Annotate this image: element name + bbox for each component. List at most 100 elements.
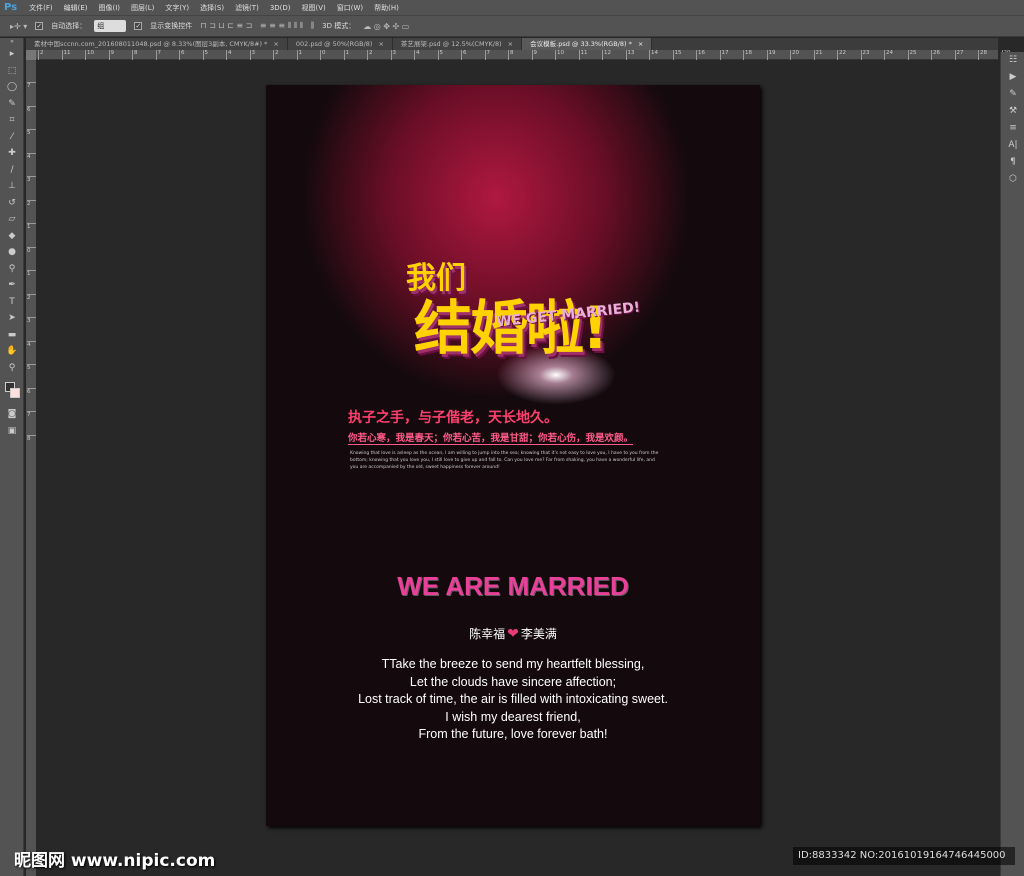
menu-window[interactable]: 窗口(W) xyxy=(337,3,363,13)
paragraph-panel-icon[interactable]: ¶ xyxy=(1001,154,1024,171)
screen-mode-icon[interactable]: ▣ xyxy=(0,423,24,440)
crop-tool-icon[interactable]: ⌗ xyxy=(0,112,24,129)
ruler-tick-label: 4 xyxy=(27,152,36,160)
shape-tool-icon[interactable]: ▬ xyxy=(0,327,24,344)
path-select-tool-icon[interactable]: ➤ xyxy=(0,310,24,327)
ruler-tick-label: 5 xyxy=(202,50,208,60)
auto-select-dropdown[interactable]: 组 xyxy=(94,20,127,32)
chinese-subslogan: 你若心寒，我是春天；你若心苦，我是甘甜；你若心伤，我是欢颜。 xyxy=(348,430,634,445)
tab-document-1[interactable]: 素材中国sccnn.com_201608011048.psd @ 8.33%(图… xyxy=(26,38,288,50)
ruler-tick-label: 5 xyxy=(437,50,443,60)
adjustments-icon[interactable]: ≡ xyxy=(1001,120,1024,137)
3d-panel-icon[interactable]: ⬡ xyxy=(1001,171,1024,188)
menu-type[interactable]: 文字(Y) xyxy=(165,3,189,13)
tab-label: 002.psd @ 50%(RGB/8) xyxy=(295,40,373,48)
ruler-tick-label: 11 xyxy=(578,50,588,60)
menu-layer[interactable]: 图层(L) xyxy=(131,3,154,13)
auto-select-checkbox[interactable]: ✓ xyxy=(35,22,44,30)
tool-presets-icon[interactable]: ⚒ xyxy=(1001,103,1024,120)
move-tool-icon[interactable]: ▸✛ ▾ xyxy=(10,22,27,31)
options-bar: ▸✛ ▾ ✓ 自动选择： 组 ✓ 显示变换控件 ⊓ ⊐ ⊔ ⊏ ≡ ⊐ ≡ ≡ … xyxy=(0,15,1024,37)
panel-dock: ☷ ▶ ✎ ⚒ ≡ A| ¶ ⬡ xyxy=(1000,52,1024,876)
ruler-tick-label: 9 xyxy=(531,50,537,60)
ruler-tick-label: 1 xyxy=(343,50,349,60)
ruler-tick-label: 6 xyxy=(27,387,36,395)
ruler-tick-label: 19 xyxy=(766,50,776,60)
quick-select-tool-icon[interactable]: ✎ xyxy=(0,96,24,113)
ruler-tick-label: 4 xyxy=(226,50,232,60)
menu-image[interactable]: 图像(I) xyxy=(99,3,121,13)
tab-document-4[interactable]: 会议模板.psd @ 33.3%(RGB/8) * × xyxy=(522,38,653,50)
ruler-tick-label: 9 xyxy=(108,50,114,60)
ruler-tick-label: 8 xyxy=(132,50,138,60)
tab-document-2[interactable]: 002.psd @ 50%(RGB/8) × xyxy=(287,38,393,50)
menu-3d[interactable]: 3D(D) xyxy=(270,4,291,12)
menu-edit[interactable]: 编辑(E) xyxy=(64,3,88,13)
move-tool-icon[interactable]: ▸ xyxy=(0,46,24,63)
paint-bucket-tool-icon[interactable]: ◆ xyxy=(0,228,24,245)
photoshop-logo: Ps xyxy=(4,2,18,13)
horizontal-ruler[interactable]: 2 11 10 9 8 7 6 5 4 3 2 1 0 1 2 3 4 5 6 7 8 9 10 11 12 13 14 15 16 17… xyxy=(36,50,1011,60)
menu-bar: Ps 文件(F) 编辑(E) 图像(I) 图层(L) 文字(Y) 选择(S) 滤… xyxy=(0,0,1024,15)
menu-file[interactable]: 文件(F) xyxy=(29,3,53,13)
ruler-tick-label: 3 xyxy=(27,317,36,324)
ruler-tick-label: 22 xyxy=(837,50,846,60)
zoom-tool-icon[interactable]: ⚲ xyxy=(0,360,24,377)
history-panel-icon[interactable]: ☷ xyxy=(1001,52,1024,69)
ruler-tick-label: 24 xyxy=(884,50,893,60)
vertical-ruler[interactable]: 7 6 5 4 3 2 1 0 1 2 3 4 5 6 7 8 xyxy=(26,60,36,876)
document-canvas[interactable]: 我们 结婚啦! WE GET MARRIED! 执子之手，与子偕老，天长地久。 … xyxy=(266,85,760,826)
pen-tool-icon[interactable]: ✒ xyxy=(0,277,24,294)
brush-tool-icon[interactable]: / xyxy=(0,162,24,179)
hand-tool-icon[interactable]: ✋ xyxy=(0,343,24,360)
3d-mode-icons[interactable]: ☁ ◎ ✥ ✣ ▭ xyxy=(363,22,409,31)
verse-line: TTake the breeze to send my heartfelt bl… xyxy=(381,657,645,671)
ruler-tick-label: 0 xyxy=(320,50,326,60)
close-icon[interactable]: × xyxy=(273,40,278,48)
lasso-tool-icon[interactable]: ◯ xyxy=(0,79,24,96)
ruler-tick-label: 2 xyxy=(367,50,373,60)
collapse-icon[interactable]: » xyxy=(0,38,24,46)
ruler-tick-label: 7 xyxy=(27,411,36,418)
verse-line: From the future, love forever bath! xyxy=(418,727,608,741)
quick-mask-icon[interactable]: ◙ xyxy=(0,406,24,423)
tools-panel: » ▸ ⬚ ◯ ✎ ⌗ ⁄ ✚ / ⊥ ↺ ▱ ◆ ● ⚲ ✒ T ➤ ▬ ✋ … xyxy=(0,38,24,876)
align-icons[interactable]: ⊓ ⊐ ⊔ ⊏ ≡ ⊐ ≡ ≡ ≡ ⫴ ⫴ ⫴ ⫼ xyxy=(200,21,314,31)
type-tool-icon[interactable]: T xyxy=(0,294,24,311)
ruler-tick-label: 13 xyxy=(625,50,635,60)
ruler-tick-label: 7 xyxy=(155,50,161,60)
stamp-tool-icon[interactable]: ⊥ xyxy=(0,178,24,195)
close-icon[interactable]: × xyxy=(508,40,513,48)
ruler-tick-label: 2 xyxy=(27,199,36,207)
ruler-tick-label: 1 xyxy=(27,270,36,277)
brush-panel-icon[interactable]: ✎ xyxy=(1001,86,1024,103)
ruler-tick-label: 2 xyxy=(38,50,44,60)
healing-brush-tool-icon[interactable]: ✚ xyxy=(0,145,24,162)
tab-document-3[interactable]: 茶艺展架.psd @ 12.5%(CMYK/8) × xyxy=(392,38,523,50)
ruler-tick-label: 18 xyxy=(743,50,752,60)
color-swatches-icon[interactable] xyxy=(0,376,24,406)
ruler-tick-label: 3 xyxy=(27,176,36,183)
eraser-tool-icon[interactable]: ▱ xyxy=(0,211,24,228)
actions-panel-icon[interactable]: ▶ xyxy=(1001,69,1024,86)
character-panel-icon[interactable]: A| xyxy=(1001,137,1024,154)
ruler-tick-label: 6 xyxy=(461,50,467,60)
menu-view[interactable]: 视图(V) xyxy=(302,3,326,13)
dodge-tool-icon[interactable]: ⚲ xyxy=(0,261,24,278)
ruler-tick-label: 1 xyxy=(296,50,302,60)
3d-mode-label: 3D 模式： xyxy=(322,22,356,30)
close-icon[interactable]: × xyxy=(378,40,383,48)
close-icon[interactable]: × xyxy=(638,40,643,48)
ruler-tick-label: 28 xyxy=(978,50,987,60)
ruler-tick-label: 5 xyxy=(27,129,36,136)
menu-filter[interactable]: 滤镜(T) xyxy=(235,3,259,13)
marquee-tool-icon[interactable]: ⬚ xyxy=(0,63,24,80)
history-brush-tool-icon[interactable]: ↺ xyxy=(0,195,24,212)
show-transform-checkbox[interactable]: ✓ xyxy=(134,22,143,30)
menu-help[interactable]: 帮助(H) xyxy=(374,3,399,13)
eyedropper-tool-icon[interactable]: ⁄ xyxy=(0,129,24,146)
ruler-tick-label: 16 xyxy=(696,50,705,60)
ruler-origin[interactable] xyxy=(26,50,36,60)
blur-tool-icon[interactable]: ● xyxy=(0,244,24,261)
menu-select[interactable]: 选择(S) xyxy=(200,3,224,13)
